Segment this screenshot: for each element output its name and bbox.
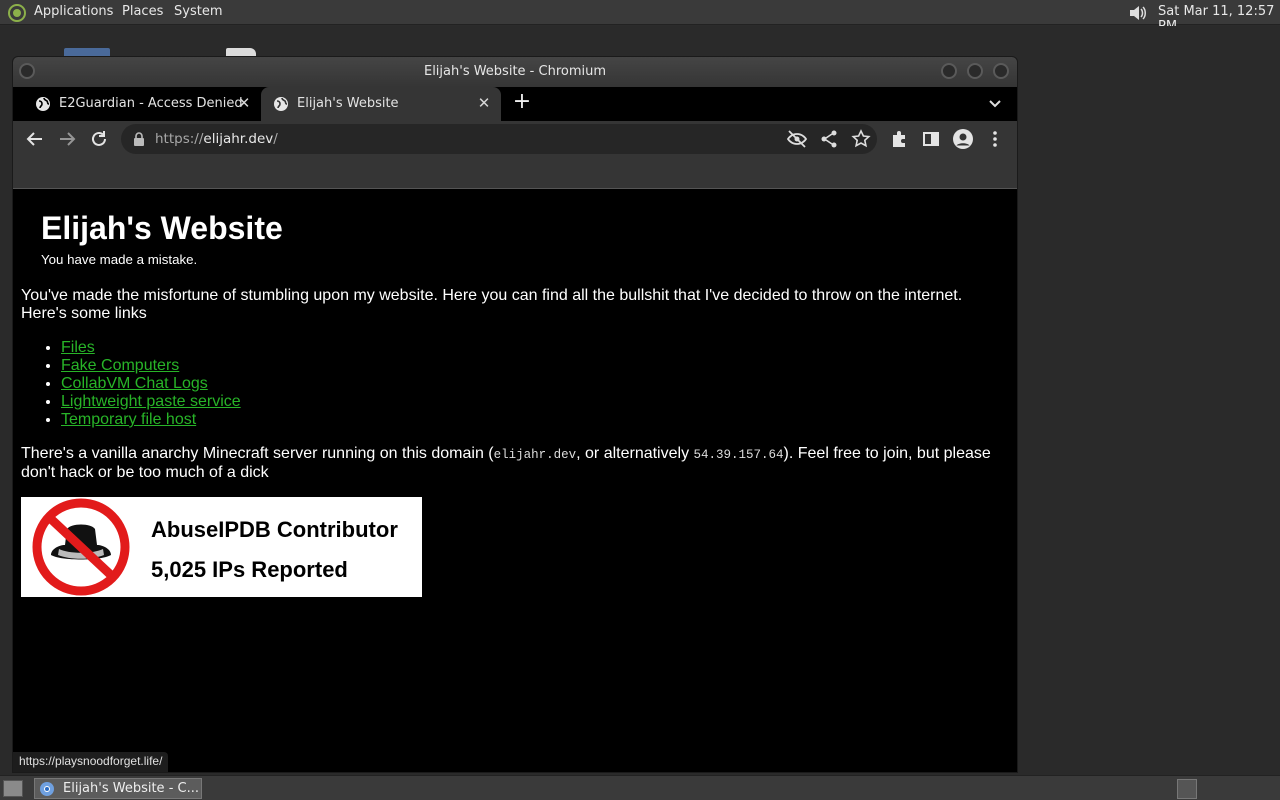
page-tagline: You have made a mistake. bbox=[41, 252, 198, 267]
list-item: Files bbox=[61, 339, 241, 357]
distro-logo-icon[interactable] bbox=[8, 4, 26, 22]
lock-icon[interactable] bbox=[133, 132, 145, 146]
close-window-button[interactable] bbox=[993, 63, 1009, 79]
url-scheme: https:// bbox=[155, 131, 204, 147]
link-collabvm-chat-logs[interactable]: CollabVM Chat Logs bbox=[61, 375, 208, 392]
badge-count: 5,025 IPs Reported bbox=[151, 557, 348, 582]
reload-icon[interactable] bbox=[87, 127, 111, 151]
minecraft-ip: 54.39.157.64 bbox=[693, 448, 784, 462]
menu-system[interactable]: System bbox=[174, 4, 222, 19]
window-titlebar[interactable]: Elijah's Website - Chromium bbox=[13, 57, 1017, 87]
back-arrow-icon[interactable] bbox=[23, 127, 47, 151]
link-paste-service[interactable]: Lightweight paste service bbox=[61, 393, 241, 410]
tab-elijahs-website[interactable]: Elijah's Website ✕ bbox=[261, 87, 501, 121]
globe-icon bbox=[274, 97, 288, 111]
share-icon[interactable] bbox=[817, 127, 841, 151]
tab-e2guardian[interactable]: E2Guardian - Access Denied ✕ bbox=[23, 87, 261, 121]
window-title: Elijah's Website - Chromium bbox=[423, 64, 607, 79]
list-item: Temporary file host bbox=[61, 411, 241, 429]
close-tab-icon[interactable]: ✕ bbox=[235, 94, 253, 112]
list-item: Fake Computers bbox=[61, 357, 241, 375]
links-list: Files Fake Computers CollabVM Chat Logs … bbox=[61, 339, 241, 429]
menu-applications[interactable]: Applications bbox=[34, 4, 113, 19]
new-tab-button[interactable]: + bbox=[511, 91, 533, 115]
tray-chromium-icon[interactable] bbox=[1177, 779, 1197, 799]
link-files[interactable]: Files bbox=[61, 339, 95, 356]
menu-places[interactable]: Places bbox=[122, 4, 163, 19]
bookmarks-bar bbox=[13, 157, 1017, 189]
chevron-down-icon[interactable] bbox=[985, 93, 1005, 113]
bottom-panel: Elijah's Website - C... bbox=[0, 775, 1280, 800]
link-temporary-file-host[interactable]: Temporary file host bbox=[61, 411, 196, 428]
no-hat-logo-icon bbox=[32, 498, 130, 596]
top-panel: Applications Places System Sat Mar 11, 1… bbox=[0, 0, 1280, 34]
profile-avatar-icon[interactable] bbox=[951, 127, 975, 151]
taskbar-label: Elijah's Website - C... bbox=[63, 781, 199, 796]
maximize-button[interactable] bbox=[967, 63, 983, 79]
url-path: / bbox=[273, 131, 278, 147]
list-item: CollabVM Chat Logs bbox=[61, 375, 241, 393]
badge-title: AbuseIPDB Contributor bbox=[151, 517, 398, 542]
minecraft-domain: elijahr.dev bbox=[493, 448, 577, 462]
extensions-puzzle-icon[interactable] bbox=[887, 127, 911, 151]
globe-icon bbox=[36, 97, 50, 111]
tab-title: Elijah's Website bbox=[297, 96, 399, 111]
list-item: Lightweight paste service bbox=[61, 393, 241, 411]
kebab-menu-icon[interactable] bbox=[983, 127, 1007, 151]
url-text[interactable]: https://elijahr.dev/ bbox=[155, 131, 278, 147]
speaker-icon[interactable] bbox=[1127, 3, 1147, 23]
address-bar[interactable]: https://elijahr.dev/ bbox=[121, 124, 877, 154]
url-host: elijahr.dev bbox=[203, 131, 274, 147]
web-page: Elijah's Website You have made a mistake… bbox=[13, 189, 1017, 772]
status-bubble-url: https://playsnoodforget.life/ bbox=[13, 752, 169, 772]
chromium-icon bbox=[40, 782, 54, 796]
browser-window: Elijah's Website - Chromium E2Guardian -… bbox=[12, 56, 1018, 773]
intro-paragraph: You've made the misfortune of stumbling … bbox=[21, 287, 963, 322]
taskbar-item-chromium[interactable]: Elijah's Website - C... bbox=[34, 778, 202, 799]
forward-arrow-icon[interactable] bbox=[55, 127, 79, 151]
page-title: Elijah's Website bbox=[41, 210, 283, 246]
tab-strip: E2Guardian - Access Denied ✕ Elijah's We… bbox=[13, 87, 1017, 121]
side-panel-icon[interactable] bbox=[919, 127, 943, 151]
eye-off-icon[interactable] bbox=[785, 127, 809, 151]
show-desktop-button[interactable] bbox=[3, 780, 23, 797]
minecraft-paragraph: There's a vanilla anarchy Minecraft serv… bbox=[21, 445, 1013, 482]
bookmark-star-icon[interactable] bbox=[849, 127, 873, 151]
abuseipdb-badge[interactable]: AbuseIPDB Contributor 5,025 IPs Reported bbox=[21, 497, 422, 597]
minecraft-text-middle: , or alternatively bbox=[576, 445, 694, 462]
link-fake-computers[interactable]: Fake Computers bbox=[61, 357, 179, 374]
close-tab-icon[interactable]: ✕ bbox=[475, 94, 493, 112]
browser-toolbar: https://elijahr.dev/ bbox=[13, 121, 1017, 157]
minecraft-text-before: There's a vanilla anarchy Minecraft serv… bbox=[21, 445, 494, 462]
tab-title: E2Guardian - Access Denied bbox=[59, 96, 243, 111]
minimize-button[interactable] bbox=[941, 63, 957, 79]
